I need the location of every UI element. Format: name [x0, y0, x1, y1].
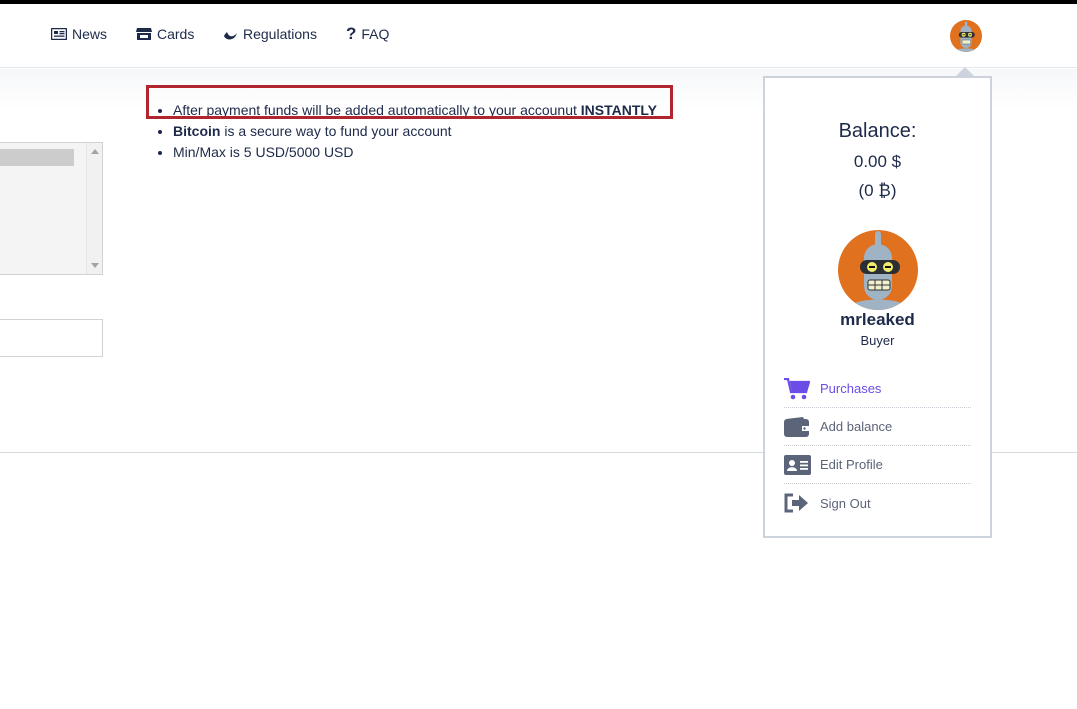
account-menu: Purchases Add balance Edit Profile Sign … [784, 370, 971, 522]
store-icon [136, 27, 152, 41]
nav-label-regulations: Regulations [243, 26, 317, 42]
selected-option[interactable] [0, 149, 74, 166]
menu-label: Edit Profile [820, 457, 883, 472]
menu-item-edit-profile[interactable]: Edit Profile [784, 446, 971, 484]
username: mrleaked [840, 310, 915, 329]
info-bold: Bitcoin [173, 123, 221, 139]
nav-item-news[interactable]: News [51, 26, 107, 42]
menu-item-purchases[interactable]: Purchases [784, 370, 971, 408]
highlight-box [146, 85, 673, 119]
user-avatar-button[interactable] [950, 20, 982, 52]
avatar [838, 230, 918, 310]
navbar: News Cards Regulations ? FAQ [0, 4, 1077, 68]
robot-avatar-icon [954, 21, 978, 52]
moon-icon [223, 27, 238, 41]
balance-title: Balance: [838, 120, 917, 142]
menu-label: Add balance [820, 419, 893, 434]
robot-avatar-icon [848, 231, 908, 310]
wallet-icon [784, 415, 812, 439]
balance-usd: 0.00 $ [853, 152, 902, 171]
info-item-limits: Min/Max is 5 USD/5000 USD [173, 142, 657, 163]
balance-btc: (0 ₿) [858, 181, 897, 200]
menu-label: Sign Out [820, 495, 871, 511]
nav-label-news: News [72, 26, 108, 42]
question-icon: ? [346, 24, 357, 43]
menu-label: Purchases [820, 381, 882, 396]
newspaper-icon [51, 28, 67, 40]
user-role: Buyer [860, 333, 895, 348]
nav-item-regulations[interactable]: Regulations [223, 26, 317, 42]
nav-item-faq[interactable]: ? FAQ [346, 24, 390, 43]
wallet-select-list[interactable] [0, 142, 103, 275]
amount-input[interactable] [0, 319, 103, 357]
account-dropdown: Balance: 0.00 $ (0 ₿) mrleaked Buyer Pur… [763, 76, 992, 538]
menu-item-sign-out[interactable]: Sign Out [784, 484, 971, 522]
nav-label-cards: Cards [157, 26, 195, 42]
id-card-icon [784, 453, 812, 477]
menu-item-add-balance[interactable]: Add balance [784, 408, 971, 446]
nav-label-faq: FAQ [361, 26, 390, 42]
scroll-down-icon[interactable] [91, 263, 99, 268]
info-item-bitcoin: Bitcoin is a secure way to fund your acc… [173, 121, 657, 142]
scroll-up-icon[interactable] [91, 149, 99, 154]
info-text: is a secure way to fund your account [220, 123, 452, 139]
cart-icon [784, 377, 812, 401]
sign-out-icon [784, 491, 812, 515]
info-text: Min/Max is 5 USD/5000 USD [173, 144, 354, 160]
scrollbar[interactable] [86, 143, 102, 274]
nav-item-cards[interactable]: Cards [136, 26, 194, 42]
